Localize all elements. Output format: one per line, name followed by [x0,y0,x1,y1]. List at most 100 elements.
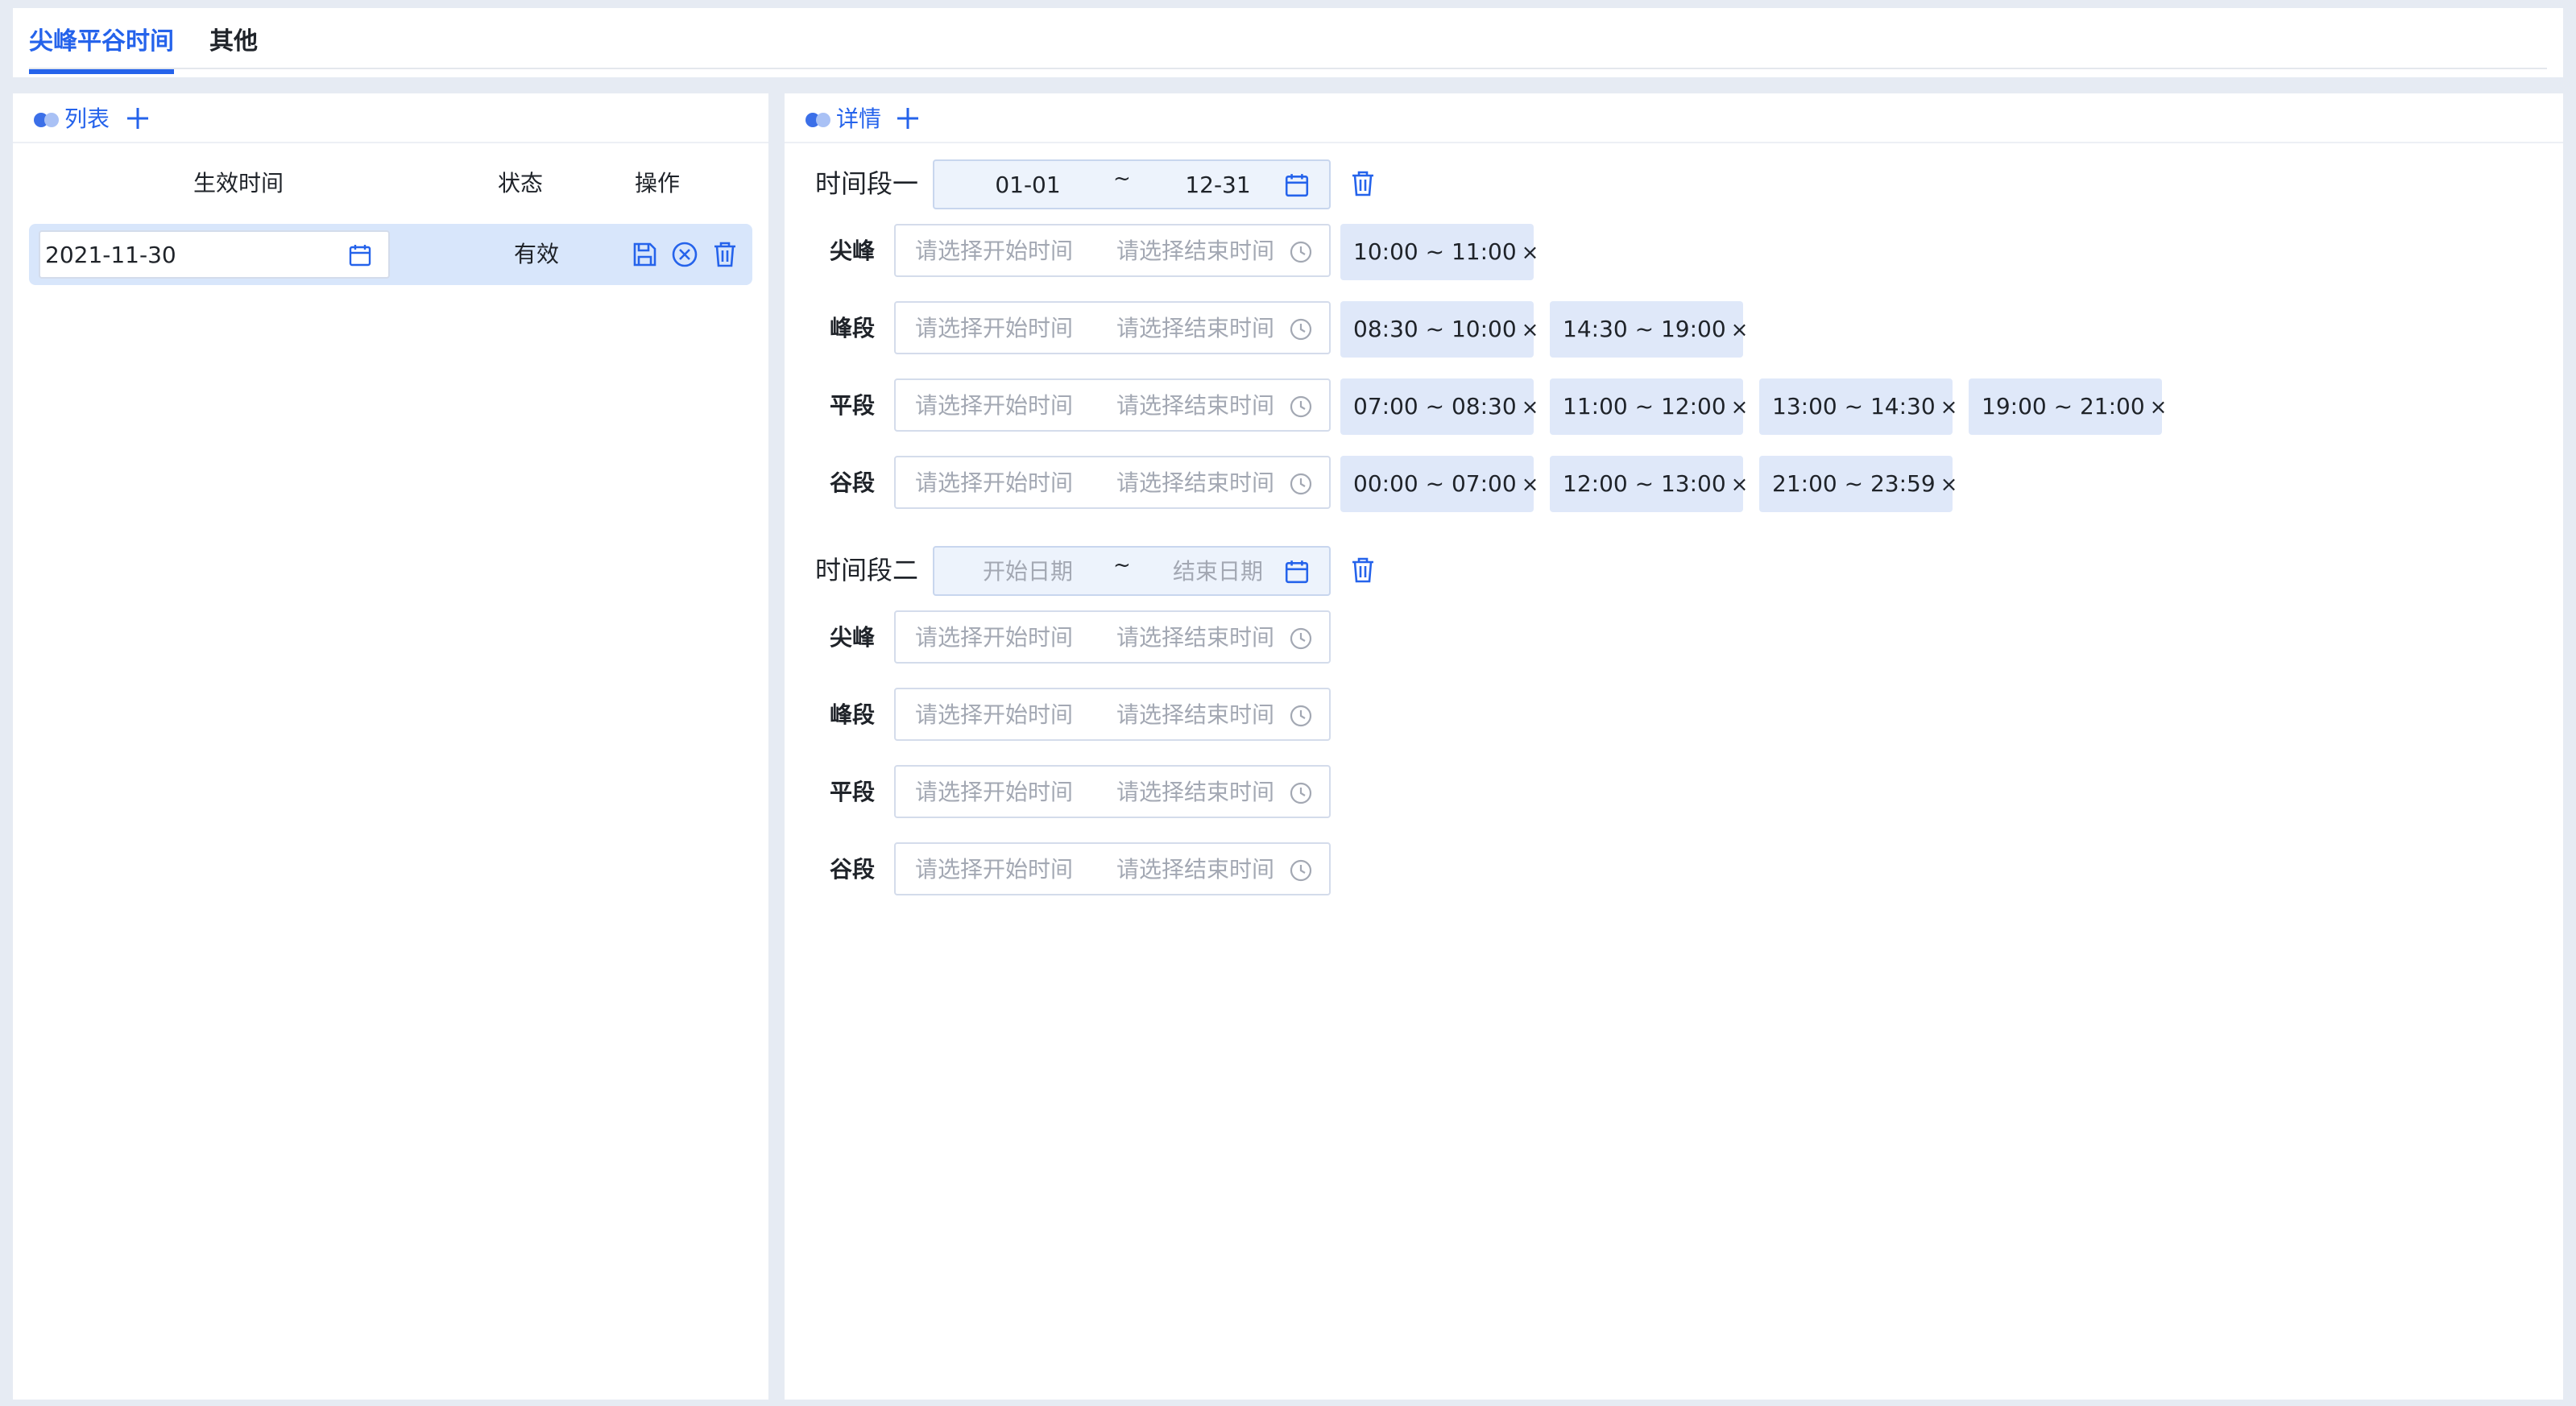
column-header-status: 状态 [497,170,543,196]
time-chip: 10:00 ~ 11:00 × [1340,224,1539,280]
section-dot-icon [34,113,61,127]
chip-remove-button[interactable]: × [1731,379,1749,436]
tab-other[interactable]: 其他 [209,26,258,58]
chip-label: 11:00 ~ 12:00 [1563,393,1726,420]
trash-icon[interactable] [1348,169,1377,198]
tab-divider [29,68,2547,69]
end-time-placeholder: 请选择结束时间 [1116,392,1275,419]
chip-label: 08:30 ~ 10:00 [1353,316,1517,342]
clock-icon [1290,627,1312,650]
chip-remove-button[interactable]: × [1731,302,1749,358]
row-label-valley: 谷段 [830,469,876,496]
chip-remove-button[interactable]: × [1522,457,1539,513]
time-chip: 13:00 ~ 14:30 × [1759,378,1957,435]
plus-icon [897,108,918,129]
time-chip: 07:00 ~ 08:30 × [1340,378,1539,435]
list-panel: 列表 生效时间 状态 操作 2021-11-30 有效 [13,93,768,1400]
chip-remove-button[interactable]: × [2150,379,2168,436]
chip-remove-button[interactable]: × [1940,379,1958,436]
trash-icon[interactable] [710,240,739,269]
clock-icon [1290,859,1312,882]
chip-label: 12:00 ~ 13:00 [1563,470,1726,497]
list-panel-header: 列表 [13,93,768,143]
range-end: 12-31 [1185,172,1251,198]
row-label-sharp-peak: 尖峰 [830,624,876,651]
start-time-placeholder: 请选择开始时间 [915,392,1074,419]
segment-two-label: 时间段二 [815,555,919,585]
range-start-placeholder: 开始日期 [982,558,1073,585]
clock-icon [1290,705,1312,727]
time-chip: 00:00 ~ 07:00 × [1340,456,1539,512]
time-range-input[interactable]: 请选择开始时间 请选择结束时间 [894,456,1331,509]
save-icon[interactable] [630,240,659,269]
start-time-placeholder: 请选择开始时间 [915,779,1074,805]
trash-icon[interactable] [1348,556,1377,585]
column-header-effective-time: 生效时间 [193,170,284,196]
time-chip: 19:00 ~ 21:00 × [1969,378,2167,435]
start-time-placeholder: 请选择开始时间 [915,856,1074,883]
calendar-icon[interactable] [1284,172,1310,198]
effective-date-value: 2021-11-30 [45,242,176,268]
calendar-icon[interactable] [348,243,372,267]
chip-label: 13:00 ~ 14:30 [1772,393,1936,420]
start-time-placeholder: 请选择开始时间 [915,469,1074,496]
time-chip: 12:00 ~ 13:00 × [1550,456,1748,512]
clock-icon [1290,395,1312,418]
time-range-input[interactable]: 请选择开始时间 请选择结束时间 [894,842,1331,895]
range-start: 01-01 [995,172,1061,198]
detail-panel-title: 详情 [836,105,882,132]
calendar-icon[interactable] [1284,559,1310,585]
time-range-input[interactable]: 请选择开始时间 请选择结束时间 [894,301,1331,354]
time-range-input[interactable]: 请选择开始时间 请选择结束时间 [894,688,1331,741]
end-time-placeholder: 请选择结束时间 [1116,701,1275,728]
start-time-placeholder: 请选择开始时间 [915,624,1074,651]
chip-remove-button[interactable]: × [1522,302,1539,358]
chip-remove-button[interactable]: × [1731,457,1749,513]
chip-label: 07:00 ~ 08:30 [1353,393,1517,420]
tab-peak-valley-time[interactable]: 尖峰平谷时间 [29,26,174,74]
effective-date-input[interactable]: 2021-11-30 [39,230,390,279]
time-range-input[interactable]: 请选择开始时间 请选择结束时间 [894,610,1331,664]
clock-icon [1290,241,1312,263]
chip-remove-button[interactable]: × [1522,379,1539,436]
chip-label: 14:30 ~ 19:00 [1563,316,1726,342]
range-separator: ~ [1113,553,1131,577]
row-label-flat: 平段 [830,779,876,805]
chip-remove-button[interactable]: × [1940,457,1958,513]
time-chip: 11:00 ~ 12:00 × [1550,378,1748,435]
tab-bar: 尖峰平谷时间 其他 [13,8,2563,77]
status-badge: 有效 [513,241,559,267]
chip-label: 21:00 ~ 23:59 [1772,470,1936,497]
cancel-circle-icon[interactable] [670,240,699,269]
end-time-placeholder: 请选择结束时间 [1116,779,1275,805]
time-range-input[interactable]: 请选择开始时间 请选择结束时间 [894,378,1331,432]
end-time-placeholder: 请选择结束时间 [1116,469,1275,496]
time-chip: 14:30 ~ 19:00 × [1550,301,1748,358]
time-range-input[interactable]: 请选择开始时间 请选择结束时间 [894,224,1331,277]
segment-one-date-range[interactable]: 01-01 ~ 12-31 [933,159,1331,209]
segment-two-date-range[interactable]: 开始日期 ~ 结束日期 [933,546,1331,596]
chip-label: 00:00 ~ 07:00 [1353,470,1517,497]
clock-icon [1290,782,1312,804]
clock-icon [1290,318,1312,341]
segment-one-label: 时间段一 [815,168,919,199]
range-end-placeholder: 结束日期 [1172,558,1263,585]
start-time-placeholder: 请选择开始时间 [915,238,1074,264]
plus-icon [127,108,148,129]
add-segment-button[interactable] [894,105,921,132]
row-label-flat: 平段 [830,392,876,419]
section-dot-icon [806,113,833,127]
range-separator: ~ [1113,167,1131,191]
row-label-valley: 谷段 [830,856,876,883]
row-label-peak: 峰段 [830,315,876,341]
column-header-actions: 操作 [634,170,680,196]
chip-remove-button[interactable]: × [1522,225,1539,281]
start-time-placeholder: 请选择开始时间 [915,701,1074,728]
end-time-placeholder: 请选择结束时间 [1116,315,1275,341]
table-row[interactable]: 2021-11-30 有效 [29,224,752,285]
row-label-sharp-peak: 尖峰 [830,238,876,264]
add-list-item-button[interactable] [124,105,151,132]
detail-panel: 详情 时间段一 01-01 ~ 12-31 尖峰 请选择开始时间 请选择结束时间… [785,93,2563,1400]
clock-icon [1290,473,1312,495]
time-range-input[interactable]: 请选择开始时间 请选择结束时间 [894,765,1331,818]
